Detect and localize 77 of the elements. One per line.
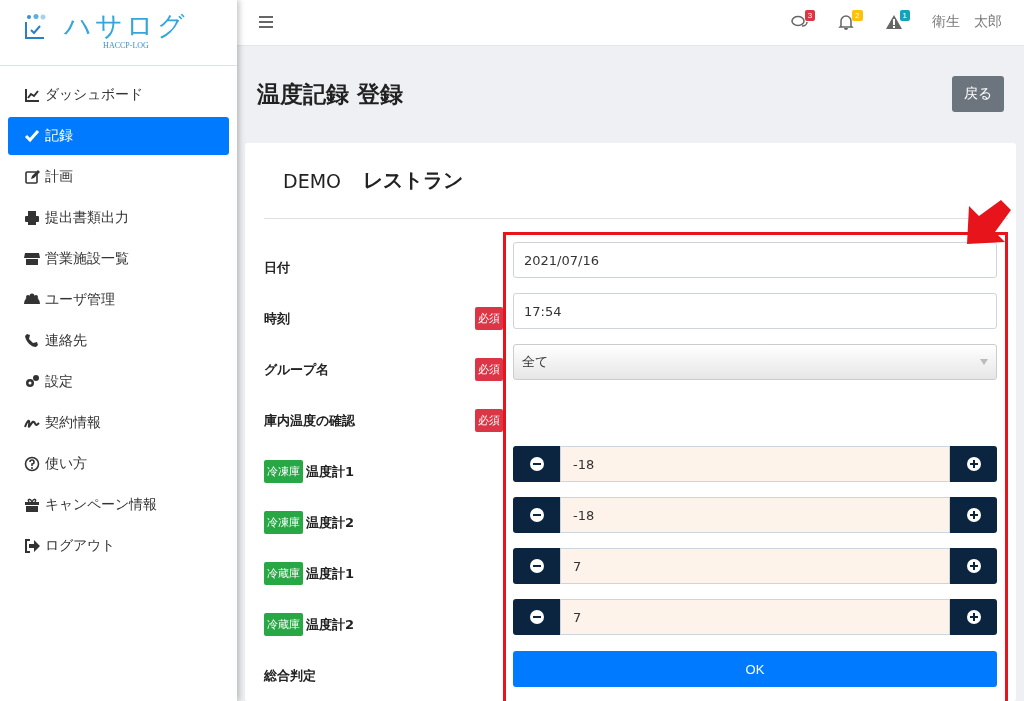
menu-item-icon (24, 87, 40, 103)
minus-circle-icon (529, 457, 544, 471)
user-name[interactable]: 衛生 太郎 (932, 13, 1002, 32)
count-badge: 3 (804, 10, 816, 22)
menu-item-icon (24, 169, 40, 185)
plus-circle-icon (966, 457, 981, 471)
field-label: 時刻 (264, 309, 290, 328)
sidebar-item[interactable]: 営業施設一覧 (8, 240, 229, 278)
sidebar-item[interactable]: キャンペーン情報 (8, 486, 229, 524)
menu-item-icon (24, 497, 40, 513)
required-badge: 必須 (475, 358, 503, 381)
field-label: 総合判定 (264, 666, 316, 685)
field-label: 日付 (264, 258, 290, 277)
menu-item-icon (24, 128, 40, 144)
count-badge: 2 (852, 10, 863, 22)
judgement-button[interactable]: OK (513, 651, 997, 687)
temperature-field[interactable]: -18 (560, 446, 950, 482)
storage-tag: 冷蔵庫 (264, 562, 303, 585)
sidebar-item[interactable]: ユーザ管理 (8, 281, 229, 319)
input-field[interactable]: 2021/07/16 (513, 242, 997, 278)
temperature-field[interactable]: -18 (560, 497, 950, 533)
minus-circle-icon (529, 559, 544, 573)
minus-circle-icon (529, 508, 544, 522)
decrement-button[interactable] (513, 548, 560, 584)
facility-code: DEMO (283, 169, 341, 192)
group-select[interactable]: 全て (513, 344, 997, 380)
field-label: 温度計1 (306, 564, 355, 583)
plus-circle-icon (966, 508, 981, 522)
page-title: 温度記録 登録 (257, 80, 403, 109)
sidebar-item[interactable]: 提出書類出力 (8, 199, 229, 237)
increment-button[interactable] (950, 599, 997, 635)
plus-circle-icon (966, 559, 981, 573)
menu-item-icon (24, 333, 40, 349)
menu-item-icon (24, 251, 40, 267)
menu-item-icon (24, 374, 40, 390)
sidebar-item[interactable]: 契約情報 (8, 404, 229, 442)
menu-item-icon (24, 210, 40, 226)
decrement-button[interactable] (513, 446, 560, 482)
sidebar-item[interactable]: 連絡先 (8, 322, 229, 360)
menu-button[interactable] (257, 14, 275, 31)
back-button[interactable]: 戻る (952, 76, 1004, 113)
required-badge: 必須 (475, 409, 503, 432)
logo-subtitle: HACCP-LOG (103, 41, 149, 50)
field-label: 温度計2 (306, 513, 355, 532)
plus-circle-icon (966, 610, 981, 624)
field-label: グループ名 (264, 360, 329, 379)
increment-button[interactable] (950, 497, 997, 533)
sidebar-item[interactable]: ログアウト (8, 527, 229, 565)
logo-title: ハサログ (64, 12, 188, 40)
facility-name: レストラン (363, 167, 463, 194)
required-badge: 必須 (475, 307, 503, 330)
sidebar-item[interactable]: ダッシュボード (8, 76, 229, 114)
sidebar-item[interactable]: 計画 (8, 158, 229, 196)
bell-icon (837, 14, 856, 31)
count-badge: 1 (899, 10, 910, 22)
minus-circle-icon (529, 610, 544, 624)
caret-icon (980, 359, 988, 365)
decrement-button[interactable] (513, 599, 560, 635)
sidebar-item[interactable]: 記録 (8, 117, 229, 155)
increment-button[interactable] (950, 548, 997, 584)
warning-icon (884, 14, 903, 31)
sidebar-item[interactable]: 使い方 (8, 445, 229, 483)
input-field[interactable]: 17:54 (513, 293, 997, 329)
storage-tag: 冷凍庫 (264, 460, 303, 483)
menu-item-icon (24, 538, 40, 554)
menu-icon (259, 16, 273, 29)
menu-item-icon (24, 456, 40, 472)
temperature-field[interactable]: 7 (560, 548, 950, 584)
increment-button[interactable] (950, 446, 997, 482)
storage-tag: 冷凍庫 (264, 511, 303, 534)
sidebar-item[interactable]: 設定 (8, 363, 229, 401)
temperature-field[interactable]: 7 (560, 599, 950, 635)
field-label: 庫内温度の確認 (264, 411, 355, 430)
field-label: 温度計2 (306, 615, 355, 634)
storage-tag: 冷蔵庫 (264, 613, 303, 636)
decrement-button[interactable] (513, 497, 560, 533)
field-label: 温度計1 (306, 462, 355, 481)
